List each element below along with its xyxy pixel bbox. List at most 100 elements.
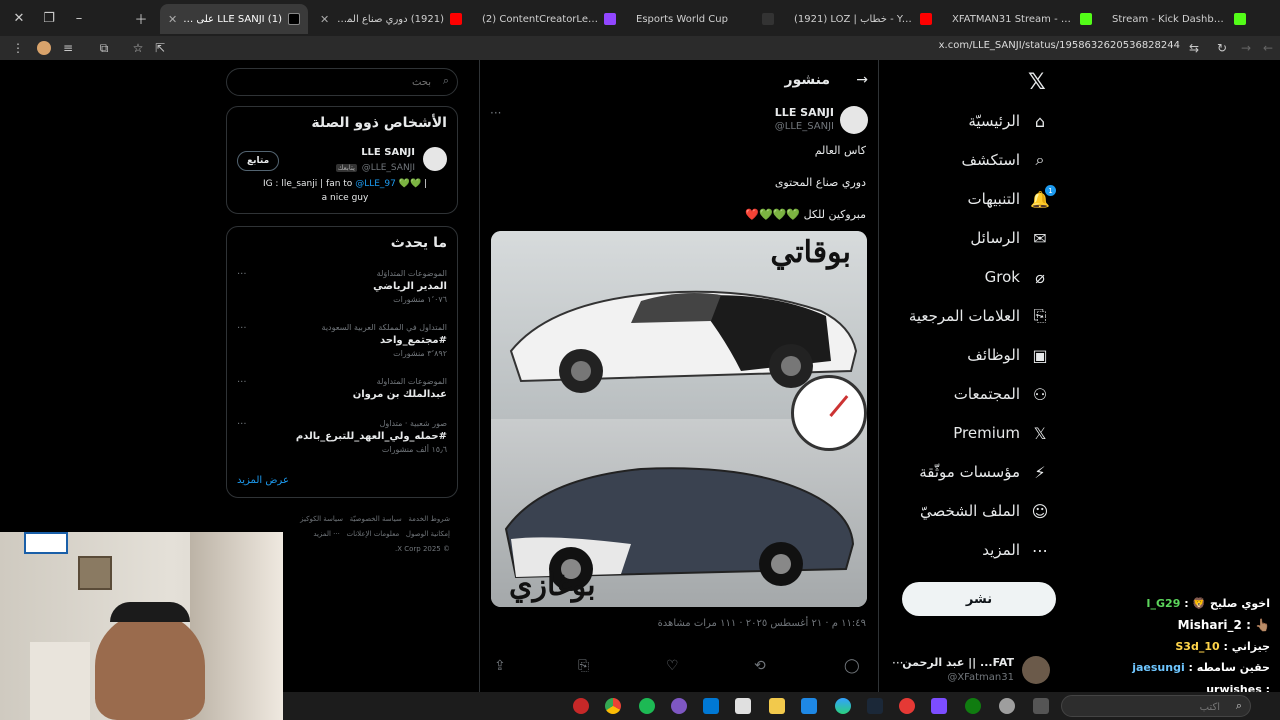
settings-gear-icon[interactable] — [999, 698, 1015, 714]
minimize-window-icon[interactable]: – — [64, 0, 94, 36]
nav-grok[interactable]: ⌀ Grok — [985, 262, 1050, 292]
nav-more[interactable]: ⋯ المزيد — [982, 535, 1050, 565]
x-logo-icon[interactable]: 𝕏 — [1028, 70, 1046, 95]
new-tab-icon[interactable]: ＋ — [126, 0, 156, 36]
card-title: الأشخاص ذوو الصلة — [311, 115, 447, 131]
tab-twitch[interactable]: (2) ContentCreatorLeague - Tw — [474, 4, 624, 34]
media-control-icon[interactable]: ≡ — [58, 36, 78, 60]
nav-notifications[interactable]: 🔔 1 التنبيهات — [968, 184, 1056, 214]
reload-icon[interactable]: ↻ — [1212, 36, 1232, 60]
trend-item[interactable]: الموضوعات المتداوَلة المدير الرياضي ١٬٠٧… — [373, 269, 447, 304]
footer-link[interactable]: شروط الخدمة — [408, 515, 450, 523]
footer-link[interactable]: ··· المزيد — [313, 530, 340, 538]
nav-premium[interactable]: 𝕏 Premium — [953, 418, 1050, 448]
related-people-card: الأشخاص ذوو الصلة LLE SANJI @LLE_SANJI ي… — [226, 106, 458, 214]
tab-close-icon[interactable]: ✕ — [320, 13, 329, 26]
author-avatar[interactable] — [840, 106, 868, 134]
card-title: ما يحدث — [390, 235, 447, 251]
back-arrow-icon[interactable]: → — [856, 72, 868, 88]
tab-kick-stream[interactable]: XFATMAN31 Stream - Watch L — [944, 4, 1100, 34]
address-bar[interactable]: x.com/LLE_SANJI/status/19586326205368282… — [900, 40, 1180, 51]
footer-link[interactable]: سياسة الكوكيز — [300, 515, 343, 523]
forward-icon[interactable]: → — [1236, 36, 1256, 60]
trend-item[interactable]: المتداول في المملكة العربية السعودية #مج… — [322, 323, 447, 358]
app-icon[interactable] — [801, 698, 817, 714]
nav-bookmarks[interactable]: ⎘ العلامات المرجعية — [909, 301, 1050, 331]
taskbar-search[interactable]: ⌕ — [1061, 695, 1251, 717]
trend-options-icon[interactable]: ··· — [237, 269, 247, 280]
tab-youtube-loz[interactable]: (1921) LOZ | خطاب - YouTube — [786, 4, 940, 34]
related-name[interactable]: LLE SANJI — [361, 147, 415, 158]
webcam-overlay — [0, 532, 283, 720]
footer-link[interactable]: سياسة الخصوصيّة — [350, 515, 402, 523]
nav-jobs[interactable]: ▣ الوظائف — [967, 340, 1050, 370]
nav-messages[interactable]: ✉ الرسائل — [970, 223, 1050, 253]
show-more-link[interactable]: عرض المزيد — [237, 475, 289, 486]
nav-verified-orgs[interactable]: ⚡ مؤسسات موثّقة — [919, 457, 1050, 487]
close-window-icon[interactable]: ✕ — [4, 0, 34, 36]
install-app-icon[interactable]: ⇱ — [150, 36, 170, 60]
nav-communities[interactable]: ⚇ المجتمعات — [954, 379, 1050, 409]
browser-tab-strip: ✕ ❐ – ＋ ✕ (1) LLE SANJI على X: "مبروكين … — [0, 0, 1280, 36]
youtube-favicon-icon — [450, 13, 462, 25]
nav-profile[interactable]: ☺ الملف الشخصيّ — [920, 496, 1050, 526]
footer-link[interactable]: إمكانية الوصول — [406, 530, 450, 538]
search-box[interactable]: ⌕ — [226, 68, 458, 96]
tab-youtube-league[interactable]: ✕ (1921) دوري صناع المحتوى - الأس — [312, 4, 470, 34]
site-settings-icon[interactable]: ⇆ — [1184, 36, 1204, 60]
share-icon[interactable]: ⇪ — [494, 658, 506, 674]
nav-home[interactable]: ⌂ الرئيسيّة — [968, 106, 1050, 136]
extensions-icon[interactable]: ⧉ — [94, 36, 114, 60]
post-image[interactable]: بوقاتي بوغازي — [491, 231, 867, 607]
trend-item[interactable]: صور شعبية · متداول #حمله_ولي_العهد_للتبر… — [296, 419, 447, 454]
taskbar-search-input[interactable] — [1070, 698, 1220, 716]
bookmark-icon[interactable]: ⎘ — [578, 658, 589, 674]
search-icon: ⌕ — [1035, 150, 1045, 169]
youtube-favicon-icon — [920, 13, 932, 25]
reply-icon[interactable]: ◯ — [844, 658, 860, 674]
tab-close-icon[interactable]: ✕ — [168, 13, 177, 26]
menu-dots-icon[interactable]: ⋮ — [8, 36, 28, 60]
post-button[interactable]: نشر — [902, 582, 1056, 616]
profile-avatar-icon[interactable] — [34, 36, 54, 60]
app-icon[interactable] — [931, 698, 947, 714]
task-view-icon[interactable] — [1033, 698, 1049, 714]
outlook-icon[interactable] — [703, 698, 719, 714]
trend-item[interactable]: الموضوعات المتداولة عبدالملك بن مروان — [353, 377, 447, 400]
app-icon[interactable] — [671, 698, 687, 714]
restore-window-icon[interactable]: ❐ — [34, 0, 64, 36]
tab-x-post[interactable]: ✕ (1) LLE SANJI على X: "مبروكين للكل — [160, 4, 308, 34]
back-icon[interactable]: ← — [1258, 36, 1278, 60]
trend-options-icon[interactable]: ··· — [237, 377, 247, 388]
trend-options-icon[interactable]: ··· — [237, 419, 247, 430]
follow-button[interactable]: متابع — [237, 151, 280, 171]
app-icon[interactable] — [573, 698, 589, 714]
like-icon[interactable]: ♡ — [666, 658, 679, 674]
author-handle[interactable]: @LLE_SANJI — [775, 121, 834, 132]
tab-esports-world-cup[interactable]: Esports World Cup — [628, 4, 782, 34]
spotify-icon[interactable] — [639, 698, 655, 714]
bookmark-star-icon[interactable]: ☆ — [128, 36, 148, 60]
tab-kick-dashboard[interactable]: Stream - Kick Dashboard — [1104, 4, 1254, 34]
more-dots-icon[interactable]: ··· — [892, 656, 903, 670]
steam-icon[interactable] — [867, 698, 883, 714]
footer-link[interactable]: معلومات الإعلانات — [347, 530, 400, 538]
author-name[interactable]: LLE SANJI — [775, 106, 834, 119]
image-caption-top: بوقاتي — [770, 235, 851, 270]
nav-explore[interactable]: ⌕ استكشف — [962, 145, 1050, 175]
search-input[interactable] — [231, 72, 431, 92]
xbox-icon[interactable] — [965, 698, 981, 714]
post-options-icon[interactable]: ··· — [490, 106, 501, 120]
trend-options-icon[interactable]: ··· — [237, 323, 247, 334]
bio-mention-link[interactable]: @LLE_97 — [355, 179, 396, 189]
chrome-icon[interactable] — [605, 698, 621, 714]
app-icon[interactable] — [899, 698, 915, 714]
post-text-line: كاس العالم — [814, 144, 866, 157]
calculator-icon[interactable] — [735, 698, 751, 714]
avatar[interactable] — [423, 147, 447, 171]
edge-icon[interactable] — [835, 698, 851, 714]
repost-icon[interactable]: ⟲ — [754, 658, 766, 674]
file-explorer-icon[interactable] — [769, 698, 785, 714]
account-switcher[interactable]: FAT... || عبد الرحمن @XFatman31 ··· — [890, 654, 1050, 688]
post-text-line: دوري صناع المحتوى — [774, 176, 866, 189]
